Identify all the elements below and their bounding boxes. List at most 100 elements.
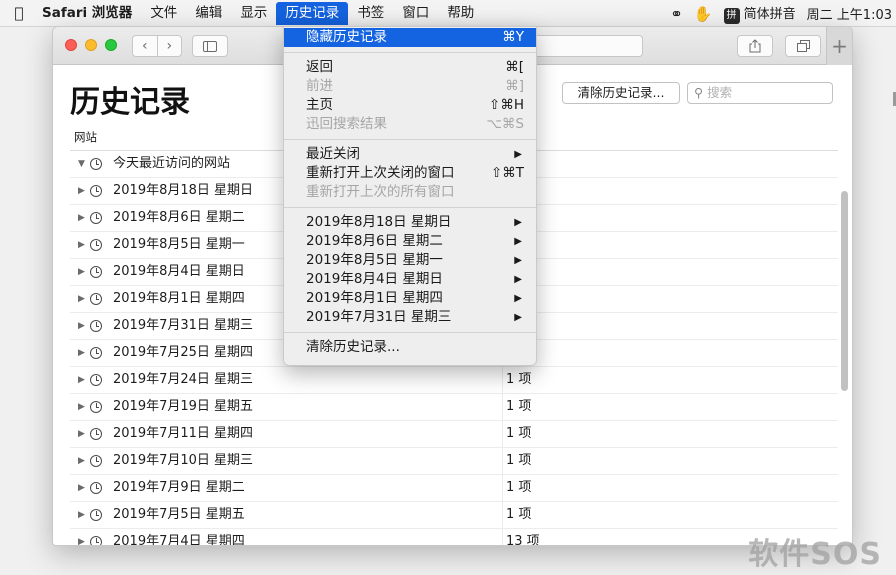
history-row-name: 2019年7月9日 星期二	[113, 480, 245, 495]
menu-item-day[interactable]: 2019年8月6日 星期二 ▶	[284, 232, 536, 251]
disclosure-collapsed-icon[interactable]: ▶	[78, 313, 85, 339]
disclosure-collapsed-icon[interactable]: ▶	[78, 367, 85, 393]
disclosure-collapsed-icon[interactable]: ▶	[78, 502, 85, 528]
history-row-count: 1 项	[506, 372, 532, 387]
back-icon[interactable]: ‹	[133, 36, 158, 56]
disclosure-collapsed-icon[interactable]: ▶	[78, 448, 85, 474]
menu-item-label: 重新打开上次关闭的窗口	[306, 165, 455, 181]
submenu-arrow-icon: ▶	[514, 274, 522, 285]
menu-item-recently-closed[interactable]: 最近关闭 ▶	[284, 145, 536, 164]
disclosure-collapsed-icon[interactable]: ▶	[78, 232, 85, 258]
disclosure-collapsed-icon[interactable]: ▶	[78, 259, 85, 285]
disclosure-collapsed-icon[interactable]: ▶	[78, 205, 85, 231]
menu-bookmarks[interactable]: 书签	[348, 2, 393, 25]
menu-separator	[284, 52, 536, 53]
history-row[interactable]: ▶ 2019年7月19日 星期五 1 项	[70, 394, 838, 421]
clock-icon	[90, 239, 102, 251]
history-row-name: 2019年8月5日 星期一	[113, 237, 245, 252]
column-site-header[interactable]: 网站	[74, 125, 97, 149]
menu-item-label: 隐藏历史记录	[306, 29, 387, 45]
disclosure-collapsed-icon[interactable]: ▶	[78, 286, 85, 312]
menu-item-day[interactable]: 2019年8月5日 星期一 ▶	[284, 251, 536, 270]
disclosure-collapsed-icon[interactable]: ▶	[78, 178, 85, 204]
zoom-window-button[interactable]	[105, 39, 117, 51]
history-row[interactable]: ▶ 2019年7月9日 星期二 1 项	[70, 475, 838, 502]
history-row-name: 2019年8月18日 星期日	[113, 183, 254, 198]
history-row-count: 1 项	[506, 480, 532, 495]
history-row-count: 1 项	[506, 507, 532, 522]
history-row-name: 2019年7月19日 星期五	[113, 399, 254, 414]
menu-item-reopen-all-windows: 重新打开上次的所有窗口	[284, 183, 536, 202]
menubar-status-area: ⚭ ✋ 拼 简体拼音 周二 上午1:03	[670, 0, 892, 27]
menu-file[interactable]: 文件	[141, 2, 186, 25]
disclosure-collapsed-icon[interactable]: ▶	[78, 475, 85, 501]
menu-view[interactable]: 显示	[231, 2, 276, 25]
submenu-arrow-icon: ▶	[514, 217, 522, 228]
hand-icon[interactable]: ✋	[694, 5, 713, 23]
close-window-button[interactable]	[65, 39, 77, 51]
menu-item-hide-history[interactable]: 隐藏历史记录 ⌘Y	[284, 28, 536, 47]
new-tab-button[interactable]: +	[826, 27, 852, 65]
share-button[interactable]	[737, 35, 773, 57]
menu-window[interactable]: 窗口	[393, 2, 438, 25]
show-tabs-button[interactable]	[785, 35, 821, 57]
menubar-clock[interactable]: 周二 上午1:03	[807, 4, 892, 23]
menu-edit[interactable]: 编辑	[186, 2, 231, 25]
minimize-window-button[interactable]	[85, 39, 97, 51]
vertical-scrollbar[interactable]	[841, 191, 848, 391]
submenu-arrow-icon: ▶	[514, 255, 522, 266]
menu-item-reopen-last-window[interactable]: 重新打开上次关闭的窗口 ⇧⌘T	[284, 164, 536, 183]
menu-item-day[interactable]: 2019年8月4日 星期日 ▶	[284, 270, 536, 289]
column-divider	[502, 367, 503, 393]
history-search-input[interactable]: ⚲ 搜索	[687, 82, 833, 104]
disclosure-collapsed-icon[interactable]: ▶	[78, 421, 85, 447]
history-row[interactable]: ▶ 2019年7月5日 星期五 1 项	[70, 502, 838, 529]
disclosure-collapsed-icon[interactable]: ▶	[78, 394, 85, 420]
disclosure-collapsed-icon[interactable]: ▶	[78, 529, 85, 545]
clock-icon	[90, 509, 102, 521]
menu-history[interactable]: 历史记录	[276, 1, 349, 25]
history-row[interactable]: ▶ 2019年7月11日 星期四 1 项	[70, 421, 838, 448]
clear-history-button[interactable]: 清除历史记录...	[562, 82, 680, 104]
menu-item-day[interactable]: 2019年8月18日 星期日 ▶	[284, 213, 536, 232]
history-row[interactable]: ▶ 2019年7月24日 星期三 1 项	[70, 367, 838, 394]
menu-item-label: 2019年8月4日 星期日	[306, 271, 443, 287]
forward-icon[interactable]: ›	[158, 36, 182, 56]
menu-item-day[interactable]: 2019年7月31日 星期三 ▶	[284, 308, 536, 327]
column-divider	[502, 448, 503, 474]
sidebar-toggle-button[interactable]	[192, 35, 228, 57]
address-bar[interactable]	[523, 35, 643, 57]
menu-shortcut: ⌘[	[505, 59, 524, 75]
column-divider	[502, 502, 503, 528]
history-row-name: 今天最近访问的网站	[113, 156, 231, 171]
menu-item-back[interactable]: 返回 ⌘[	[284, 58, 536, 77]
disclosure-collapsed-icon[interactable]: ▶	[78, 340, 85, 366]
menu-help[interactable]: 帮助	[438, 2, 483, 25]
disclosure-expanded-icon[interactable]: ▼	[78, 151, 85, 177]
menu-day-list: 2019年8月18日 星期日 ▶ 2019年8月6日 星期二 ▶ 2019年8月5日 星…	[284, 213, 536, 327]
clock-icon	[90, 482, 102, 494]
menu-item-label: 2019年7月31日 星期三	[306, 309, 452, 325]
menu-shortcut: ⇧⌘H	[489, 97, 524, 113]
history-row[interactable]: ▶ 2019年7月10日 星期三 1 项	[70, 448, 838, 475]
creative-cloud-icon[interactable]: ⚭	[670, 5, 683, 23]
menubar:  Safari 浏览器 文件 编辑 显示 历史记录 书签 窗口 帮助 ⚭ ✋ …	[0, 0, 896, 27]
input-method-menu[interactable]: 拼 简体拼音	[723, 3, 796, 24]
search-placeholder: 搜索	[707, 85, 733, 100]
history-row-name: 2019年7月10日 星期三	[113, 453, 254, 468]
menu-shortcut: ⌥⌘S	[486, 116, 524, 132]
history-row-name: 2019年7月4日 星期四	[113, 534, 245, 546]
history-row-name: 2019年8月1日 星期四	[113, 291, 245, 306]
apple-icon[interactable]: 	[0, 4, 38, 22]
menu-shortcut: ⌘Y	[502, 29, 524, 45]
column-divider	[502, 421, 503, 447]
menu-item-clear-history[interactable]: 清除历史记录...	[284, 338, 536, 357]
clock-icon	[90, 212, 102, 224]
history-row[interactable]: ▶ 2019年7月4日 星期四 13 项	[70, 529, 838, 546]
menu-item-day[interactable]: 2019年8月1日 星期四 ▶	[284, 289, 536, 308]
menu-item-home[interactable]: 主页 ⇧⌘H	[284, 96, 536, 115]
clock-icon	[90, 158, 102, 170]
menu-item-label: 返回	[306, 59, 333, 75]
submenu-arrow-icon: ▶	[514, 149, 522, 160]
menu-app-safari[interactable]: Safari 浏览器	[38, 2, 141, 25]
